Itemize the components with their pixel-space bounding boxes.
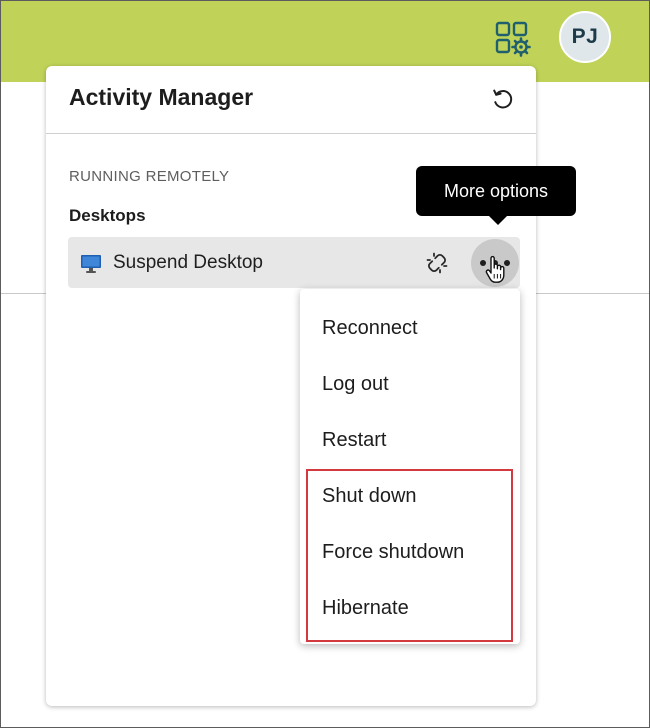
desktop-name: Suspend Desktop bbox=[113, 252, 263, 273]
menu-item-shut-down[interactable]: Shut down bbox=[322, 481, 417, 511]
more-options-tooltip: More options bbox=[416, 166, 576, 225]
tooltip-text: More options bbox=[443, 180, 549, 201]
panel-title: Activity Manager bbox=[69, 84, 254, 110]
hand-cursor-icon bbox=[485, 255, 505, 283]
menu-item-hibernate[interactable]: Hibernate bbox=[322, 593, 409, 623]
desktop-row-suspend-desktop[interactable]: Suspend Desktop bbox=[68, 237, 520, 288]
monitor-icon bbox=[81, 255, 101, 273]
more-options-menu: Reconnect Log out Restart Shut down Forc… bbox=[300, 289, 520, 644]
tooltip-arrow bbox=[489, 216, 507, 225]
broken-link-icon[interactable] bbox=[426, 252, 448, 274]
menu-item-restart[interactable]: Restart bbox=[322, 425, 386, 455]
more-options-button[interactable] bbox=[471, 239, 519, 287]
group-label-desktops: Desktops bbox=[69, 206, 146, 225]
apps-settings-icon[interactable] bbox=[494, 20, 534, 60]
section-label-running-remotely: RUNNING REMOTELY bbox=[69, 168, 230, 185]
menu-item-force-shutdown[interactable]: Force shutdown bbox=[322, 537, 464, 567]
menu-item-reconnect[interactable]: Reconnect bbox=[322, 313, 418, 343]
refresh-icon[interactable] bbox=[490, 86, 516, 112]
user-avatar[interactable]: PJ bbox=[559, 11, 611, 63]
menu-item-log-out[interactable]: Log out bbox=[322, 369, 389, 399]
panel-header-divider bbox=[46, 133, 536, 134]
